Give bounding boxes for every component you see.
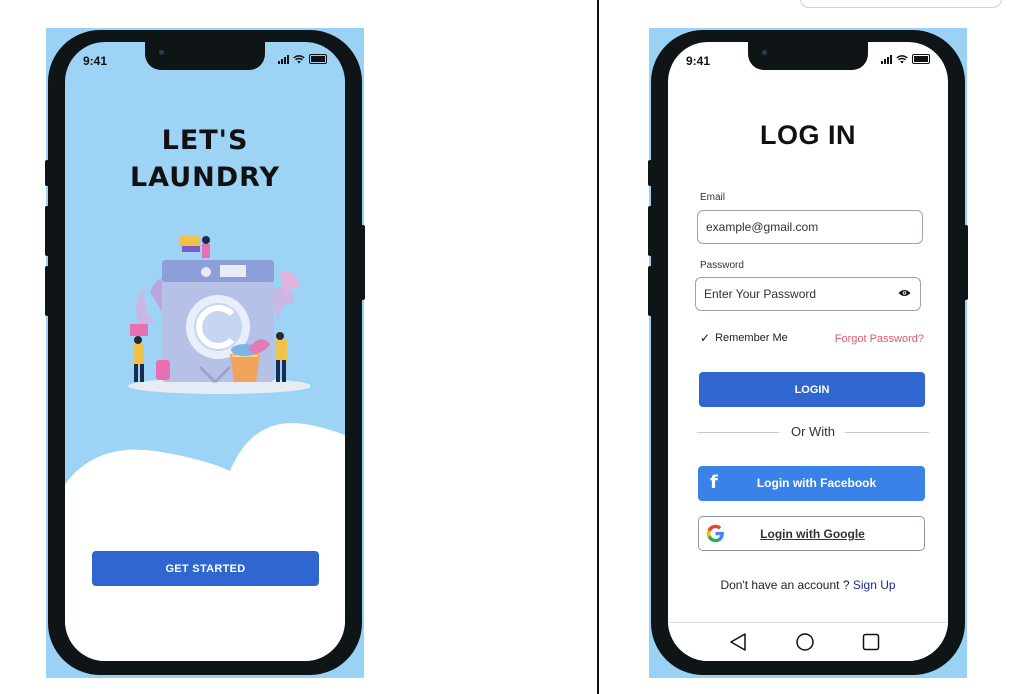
signup-prompt: Don't have an account ? <box>720 578 850 592</box>
remember-label: Remember Me <box>715 332 788 344</box>
notch <box>748 42 868 70</box>
eye-icon[interactable] <box>898 289 911 297</box>
login-button[interactable]: LOGIN <box>699 372 925 407</box>
left-phone-frame: 9:41 LET'S LAUNDRY GET STARTED <box>45 30 365 675</box>
remember-me[interactable]: ✓ Remember Me <box>700 331 788 345</box>
status-icons <box>881 54 930 64</box>
check-icon[interactable]: ✓ <box>700 331 710 345</box>
battery-icon <box>912 54 930 64</box>
top-fragment <box>800 0 1002 8</box>
title-line-2: LAUNDRY <box>129 162 281 193</box>
notch <box>145 42 265 70</box>
page-title: LOG IN <box>760 120 856 150</box>
welcome-screen: 9:41 LET'S LAUNDRY GET STARTED <box>65 42 345 661</box>
recents-nav-icon[interactable] <box>861 632 881 652</box>
email-placeholder: example@gmail.com <box>706 220 819 234</box>
email-field[interactable]: example@gmail.com <box>697 210 923 244</box>
signal-icon <box>278 54 289 64</box>
login-screen: 9:41 LOG IN Email example@gmail.com Pass… <box>668 42 948 661</box>
facebook-login-button[interactable]: f Login with Facebook <box>698 466 925 501</box>
panel-divider <box>597 0 599 694</box>
title-line-1: LET'S <box>161 125 249 156</box>
wifi-icon <box>293 54 305 63</box>
status-time: 9:41 <box>686 54 711 68</box>
forgot-password-link[interactable]: Forgot Password? <box>835 333 924 345</box>
signup-link[interactable]: Sign Up <box>853 578 896 592</box>
or-with-divider: Or With <box>697 424 929 440</box>
wifi-icon <box>896 54 908 63</box>
google-login-label: Login with Google <box>760 527 865 541</box>
email-label: Email <box>700 192 726 203</box>
right-phone-frame: 9:41 LOG IN Email example@gmail.com Pass… <box>648 30 968 675</box>
cloud-shape <box>65 423 345 661</box>
android-nav-bar <box>668 622 948 661</box>
status-icons <box>278 54 327 64</box>
password-placeholder: Enter Your Password <box>704 287 817 301</box>
laundry-illustration <box>128 236 310 394</box>
status-time: 9:41 <box>83 54 108 68</box>
signup-row: Don't have an account ? Sign Up <box>668 578 948 592</box>
app-title: LET'S LAUNDRY <box>65 122 345 196</box>
get-started-button[interactable]: GET STARTED <box>92 551 319 586</box>
google-login-button[interactable]: Login with Google <box>698 516 925 551</box>
back-nav-icon[interactable] <box>728 632 748 652</box>
password-label: Password <box>700 260 744 271</box>
home-nav-icon[interactable] <box>795 632 815 652</box>
facebook-login-label: Login with Facebook <box>756 476 877 490</box>
password-field[interactable]: Enter Your Password <box>695 277 921 311</box>
signal-icon <box>881 54 892 64</box>
battery-icon <box>309 54 327 64</box>
